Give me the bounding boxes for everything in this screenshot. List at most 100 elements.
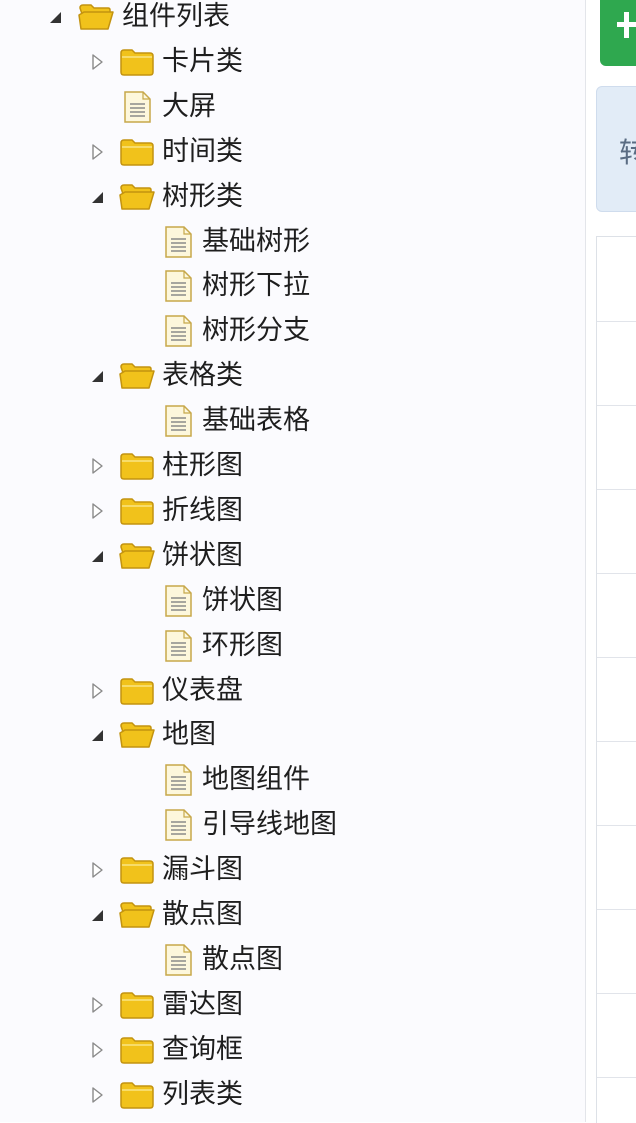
document-icon [160,629,196,663]
folder-icon [119,674,155,708]
tree-node-label: 列表类 [162,1078,243,1110]
component-tree: 组件列表卡片类大屏时间类树形类基础树形树形下拉树形分支表格类基础表格柱形图折线图… [0,0,586,1122]
document-icon [160,314,196,348]
tree-node-label: 时间类 [162,135,243,167]
tree-file-node[interactable]: 引导线地图 [0,803,580,847]
folder-open-icon [78,0,114,34]
content-panel: 转 [586,0,636,1123]
table-row-divider [597,741,636,742]
tree-file-node[interactable]: 大屏 [0,85,580,129]
triangle-right-icon[interactable] [88,994,106,1016]
tree-folder-node[interactable]: 雷达图 [0,983,580,1027]
document-icon [160,225,196,259]
tree-node-label: 树形类 [162,180,243,212]
folder-icon [119,853,155,887]
tree-node-label: 饼状图 [202,584,283,616]
tree-node-label: 基础树形 [202,225,310,257]
table-area [596,236,636,1123]
document-icon [160,584,196,618]
document-icon [160,943,196,977]
tree-folder-node[interactable]: 散点图 [0,893,580,937]
document-icon [119,90,155,124]
tree-file-node[interactable]: 地图组件 [0,758,580,802]
tree-file-node[interactable]: 环形图 [0,624,580,668]
tree-folder-node[interactable]: 卡片类 [0,40,580,84]
tree-node-label: 漏斗图 [162,854,243,886]
tree-node-label: 环形图 [202,629,283,661]
tree-node-label: 组件列表 [122,1,230,32]
document-icon [160,763,196,797]
tree-node-label: 仪表盘 [162,674,243,706]
folder-icon [119,1033,155,1067]
tree-file-node[interactable]: 基础树形 [0,220,580,264]
tree-node-label: 散点图 [162,899,243,930]
info-text: 转 [619,131,636,171]
tree-folder-node[interactable]: 柱形图 [0,444,580,488]
triangle-right-icon[interactable] [88,141,106,163]
table-row-divider [597,909,636,910]
tree-file-node[interactable]: 基础表格 [0,399,580,443]
table-row-divider [597,825,636,826]
folder-open-icon [119,898,155,932]
triangle-right-icon[interactable] [88,1039,106,1061]
tree-folder-node[interactable]: 漏斗图 [0,848,580,892]
tree-node-label: 雷达图 [162,988,243,1020]
folder-open-icon [119,180,155,214]
triangle-down-icon[interactable] [88,904,106,926]
tree-node-label: 表格类 [162,360,243,392]
triangle-down-icon[interactable] [88,365,106,387]
tree-file-node[interactable]: 树形下拉 [0,264,580,308]
folder-icon [119,135,155,169]
tree-folder-node[interactable]: 地图 [0,713,580,757]
tree-node-label: 查询框 [162,1033,243,1065]
tree-folder-node[interactable]: 饼状图 [0,534,580,578]
tree-folder-node[interactable]: 列表类 [0,1073,580,1117]
table-row-divider [597,1077,636,1078]
triangle-down-icon[interactable] [88,186,106,208]
triangle-down-icon[interactable] [46,6,64,28]
document-icon [160,404,196,438]
triangle-right-icon[interactable] [88,455,106,477]
tree-node-label: 基础表格 [202,405,310,437]
table-row-divider [597,489,636,490]
triangle-right-icon[interactable] [88,680,106,702]
tree-folder-node[interactable]: 查询框 [0,1028,580,1072]
triangle-down-icon[interactable] [88,724,106,746]
folder-icon [119,449,155,483]
add-button[interactable] [600,0,636,66]
info-box: 转 [596,86,636,212]
folder-open-icon [119,539,155,573]
triangle-right-icon[interactable] [88,1084,106,1106]
tree-folder-node[interactable]: 表格类 [0,354,580,398]
document-icon [160,808,196,842]
tree-node-label: 树形下拉 [202,270,310,302]
table-row-divider [597,993,636,994]
tree-node-label: 地图组件 [202,764,310,796]
tree-folder-node[interactable]: 组件列表 [0,0,580,39]
tree-folder-node[interactable]: 时间类 [0,130,580,174]
table-row-divider [597,321,636,322]
folder-icon [119,45,155,79]
table-row-divider [597,657,636,658]
tree-node-label: 散点图 [202,943,283,975]
tree-folder-node[interactable]: 树形类 [0,175,580,219]
triangle-right-icon[interactable] [88,500,106,522]
triangle-down-icon[interactable] [88,545,106,567]
document-icon [160,269,196,303]
tree-file-node[interactable]: 饼状图 [0,579,580,623]
folder-icon [119,1078,155,1112]
tree-folder-node[interactable]: 仪表盘 [0,669,580,713]
tree-node-label: 大屏 [162,90,216,122]
folder-icon [119,988,155,1022]
folder-open-icon [119,359,155,393]
tree-file-node[interactable]: 树形分支 [0,309,580,353]
tree-folder-node[interactable]: 折线图 [0,489,580,533]
triangle-right-icon[interactable] [88,859,106,881]
tree-node-label: 引导线地图 [202,809,337,841]
triangle-right-icon[interactable] [88,51,106,73]
table-row-divider [597,573,636,574]
tree-file-node[interactable]: 散点图 [0,938,580,982]
tree-node-label: 折线图 [162,494,243,526]
folder-icon [119,494,155,528]
folder-open-icon [119,718,155,752]
